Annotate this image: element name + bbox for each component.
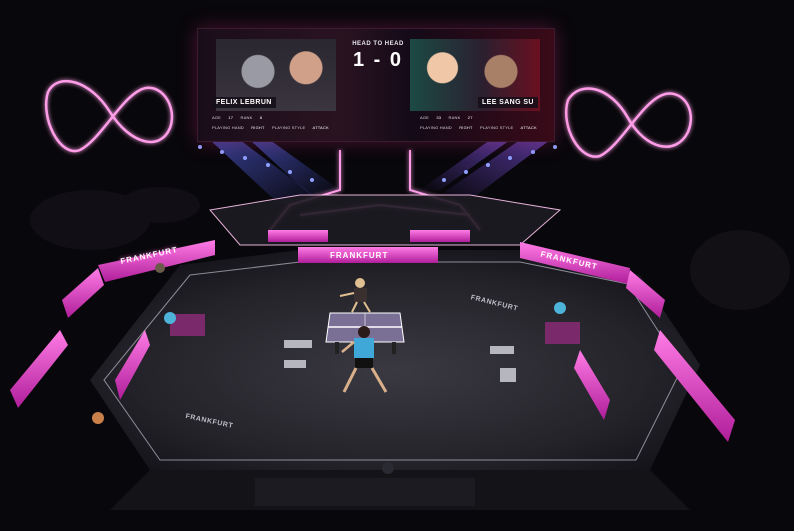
umpire-desk: [255, 478, 475, 506]
right-player-name: LEE SANG SU: [478, 97, 538, 108]
court-floor: [90, 250, 700, 470]
left-player-name: FELIX LEBRUN: [212, 97, 276, 108]
right-style-value: ATTACK: [520, 125, 537, 130]
left-hand-label: PLAYING HAND: [212, 125, 244, 130]
right-hand-label: PLAYING HAND: [420, 125, 452, 130]
upper-dais: [209, 194, 562, 246]
right-hand-value: RIGHT: [459, 125, 473, 130]
right-rank-value: 27: [467, 115, 473, 120]
arena-scene: HEAD TO HEAD 1 - 0 FELIX LEBRUN LEE SANG…: [0, 0, 794, 531]
right-player-stats-2: PLAYING HAND RIGHT PLAYING STYLE ATTACK: [420, 125, 543, 130]
scoreboard-score: 1 - 0: [352, 49, 404, 71]
right-age-label: AGE: [420, 115, 430, 120]
right-player-stats-1: AGE 33 RANK 27: [420, 115, 479, 120]
right-age-value: 33: [436, 115, 442, 120]
left-age-label: AGE: [212, 115, 222, 120]
right-style-label: PLAYING STYLE: [479, 125, 514, 130]
left-player-stats-2: PLAYING HAND RIGHT PLAYING STYLE ATTACK: [212, 125, 335, 130]
board-text-center: FRANKFURT: [330, 251, 389, 260]
left-hand-value: RIGHT: [251, 125, 265, 130]
left-age-value: 17: [228, 115, 234, 120]
left-rank-label: RANK: [240, 115, 253, 120]
left-rank-value: 8: [259, 115, 263, 120]
scoreboard-screen: HEAD TO HEAD 1 - 0 FELIX LEBRUN LEE SANG…: [197, 28, 555, 142]
left-style-label: PLAYING STYLE: [271, 125, 306, 130]
left-style-value: ATTACK: [312, 125, 329, 130]
right-rank-label: RANK: [448, 115, 461, 120]
left-player-stats-1: AGE 17 RANK 8: [212, 115, 268, 120]
scoreboard-heading: HEAD TO HEAD: [352, 41, 404, 47]
